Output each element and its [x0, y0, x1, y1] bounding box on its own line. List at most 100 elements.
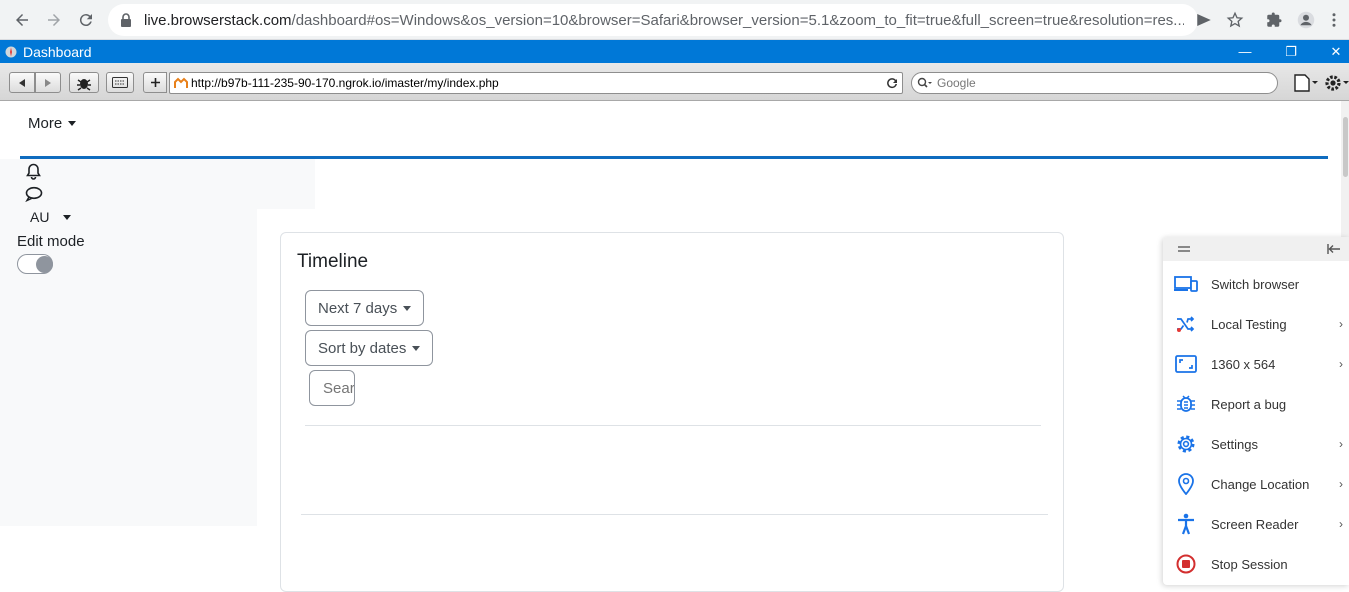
edit-mode-label: Edit mode — [17, 233, 85, 250]
window-title: Dashboard — [23, 43, 92, 60]
chevron-right-icon: › — [1339, 437, 1343, 451]
reload-icon[interactable] — [886, 77, 898, 89]
safari-search-field[interactable]: Google — [911, 72, 1278, 94]
caret-down-icon — [63, 214, 72, 220]
avatar-icon — [1297, 11, 1315, 29]
local-testing-item[interactable]: Local Testing › — [1163, 304, 1349, 344]
bug-icon — [1174, 392, 1198, 416]
send-tab-button[interactable] — [1188, 4, 1220, 36]
maximize-button[interactable]: ❐ — [1268, 40, 1314, 63]
safari-keyboard-button[interactable] — [106, 72, 134, 93]
timeline-sort-dropdown[interactable]: Sort by dates — [305, 330, 434, 366]
close-button[interactable]: ✕ — [1313, 40, 1349, 63]
more-menu[interactable]: More — [28, 115, 77, 132]
divider — [301, 514, 1048, 515]
safari-toolbar: http://b97b-111-235-90-170.ngrok.io/imas… — [0, 63, 1349, 101]
bookmark-button[interactable] — [1219, 4, 1251, 36]
safari-settings-button[interactable] — [1324, 73, 1349, 98]
divider — [305, 425, 1041, 426]
safari-compass-icon — [5, 46, 17, 57]
report-bug-item[interactable]: Report a bug — [1163, 384, 1349, 424]
timeline-title: Timeline — [297, 251, 369, 272]
extensions-button[interactable] — [1258, 4, 1290, 36]
safari-new-tab-button[interactable] — [143, 72, 167, 93]
triangle-right-icon — [45, 78, 51, 87]
triangle-left-icon — [19, 78, 25, 87]
puzzle-icon — [1267, 12, 1282, 27]
page-content: More AU Edit mode Timeline Next 7 days S… — [0, 101, 1349, 592]
filter-label: Next 7 days — [318, 299, 398, 317]
switch-browser-item[interactable]: Switch browser — [1163, 264, 1349, 304]
drag-handle-icon[interactable] — [1178, 245, 1190, 253]
safari-bug-button[interactable] — [69, 72, 99, 93]
chevron-right-icon: › — [1339, 317, 1343, 331]
timeline-search-input[interactable] — [310, 371, 354, 405]
timeline-search-box — [309, 370, 355, 406]
site-favicon-icon — [174, 77, 188, 88]
location-pin-icon — [1174, 472, 1198, 496]
kebab-menu-icon — [1332, 13, 1336, 27]
bug-icon — [77, 78, 91, 91]
reload-icon — [79, 14, 92, 27]
send-icon — [1197, 14, 1211, 26]
toggle-knob — [36, 256, 53, 273]
search-icon — [917, 77, 932, 88]
resolution-icon — [1174, 352, 1198, 376]
caret-down-icon — [68, 121, 77, 126]
forward-button[interactable] — [38, 4, 70, 36]
back-button[interactable] — [6, 4, 38, 36]
notifications-button[interactable] — [25, 163, 42, 180]
chrome-toolbar: live.browserstack.com/dashboard#os=Windo… — [0, 0, 1349, 40]
arrow-right-icon — [48, 14, 60, 26]
page-menu-icon — [1294, 74, 1318, 92]
plus-icon — [150, 78, 160, 87]
bell-icon — [26, 163, 41, 180]
safari-address-field[interactable]: http://b97b-111-235-90-170.ngrok.io/imas… — [169, 72, 903, 94]
chevron-right-icon: › — [1339, 517, 1343, 531]
timeline-block: Timeline Next 7 days Sort by dates — [280, 232, 1064, 592]
chevron-right-icon: › — [1339, 357, 1343, 371]
messages-button[interactable] — [25, 186, 43, 202]
chevron-right-icon: › — [1339, 477, 1343, 491]
star-icon — [1226, 11, 1244, 28]
scrollbar-thumb[interactable] — [1343, 117, 1348, 177]
safari-forward-button[interactable] — [35, 72, 61, 93]
chrome-menu-button[interactable] — [1322, 4, 1346, 36]
user-initials: AU — [30, 209, 50, 225]
collapse-arrow-icon[interactable] — [1327, 244, 1341, 254]
stop-icon — [1174, 552, 1198, 576]
timeline-filter-dropdown[interactable]: Next 7 days — [305, 290, 425, 326]
arrow-left-icon — [16, 14, 28, 26]
accessibility-icon — [1174, 512, 1198, 536]
screen-reader-item[interactable]: Screen Reader › — [1163, 504, 1349, 544]
browserstack-menu: Switch browser Local Testing › 1360 x 56… — [1163, 237, 1349, 585]
safari-back-button[interactable] — [9, 72, 35, 93]
caret-down-icon — [403, 305, 412, 311]
resolution-item[interactable]: 1360 x 564 › — [1163, 344, 1349, 384]
profile-button[interactable] — [1290, 4, 1322, 36]
drawer-top — [257, 159, 315, 209]
devices-icon — [1174, 272, 1198, 296]
chat-bubble-icon — [25, 186, 43, 202]
user-menu[interactable]: AU — [30, 209, 72, 225]
gear-icon — [1325, 75, 1349, 91]
menu-header — [1163, 237, 1349, 261]
local-testing-icon — [1174, 312, 1198, 336]
change-location-item[interactable]: Change Location › — [1163, 464, 1349, 504]
stop-session-item[interactable]: Stop Session — [1163, 544, 1349, 584]
sort-label: Sort by dates — [318, 339, 407, 357]
caret-down-icon — [412, 345, 421, 351]
omnibox[interactable]: live.browserstack.com/dashboard#os=Windo… — [108, 4, 1198, 36]
gear-icon — [1174, 432, 1198, 456]
lock-icon — [121, 13, 131, 27]
more-label: More — [28, 115, 63, 132]
keyboard-icon — [112, 77, 128, 88]
omnibox-url: live.browserstack.com/dashboard#os=Windo… — [144, 11, 1184, 29]
safari-page-menu-button[interactable] — [1294, 74, 1318, 97]
safari-search-placeholder: Google — [937, 76, 976, 90]
settings-item[interactable]: Settings › — [1163, 424, 1349, 464]
minimize-button[interactable]: — — [1222, 40, 1268, 63]
reload-button[interactable] — [70, 4, 102, 36]
safari-address-text: http://b97b-111-235-90-170.ngrok.io/imas… — [191, 76, 499, 90]
edit-mode-toggle[interactable] — [17, 254, 53, 274]
